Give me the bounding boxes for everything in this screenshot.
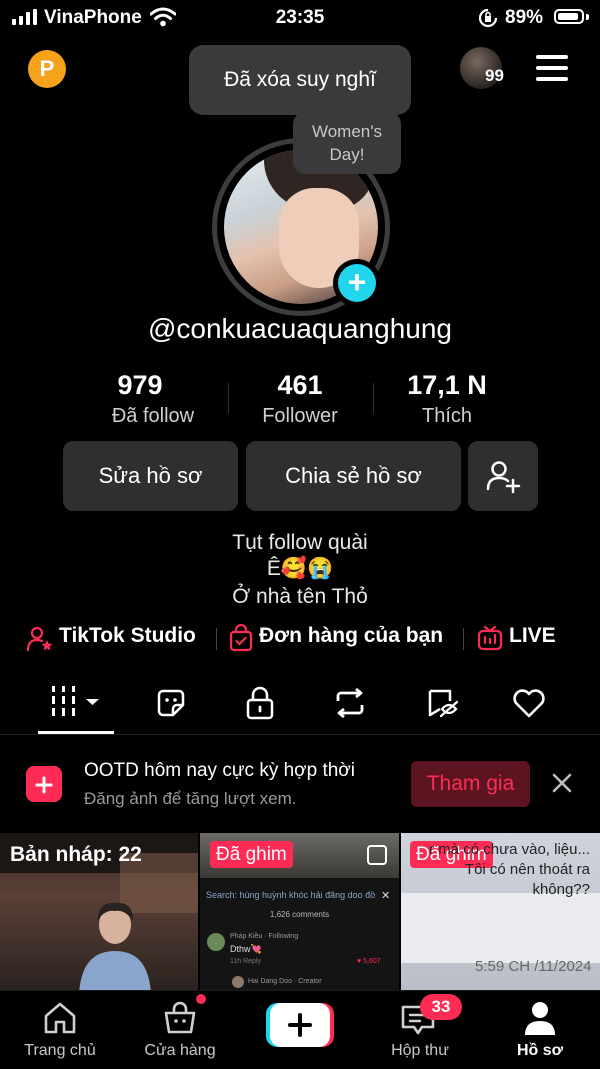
commenter-name: Pháp Kiều · Following bbox=[230, 933, 299, 940]
home-icon[interactable] bbox=[42, 1001, 78, 1035]
add-avatar-plus-icon[interactable]: + bbox=[338, 264, 376, 302]
close-icon: ✕ bbox=[381, 890, 391, 902]
commenter-avatar bbox=[207, 933, 225, 951]
nav-inbox-label[interactable]: Hộp thư bbox=[360, 1042, 480, 1060]
following-label[interactable]: Đã follow bbox=[73, 405, 233, 428]
tile-timestamp: 5:59 CH /11/2024 bbox=[475, 958, 592, 975]
share-profile-button[interactable]: Chia sẻ hồ sơ bbox=[246, 441, 461, 511]
pinned-badge-1: Đã ghim bbox=[210, 841, 293, 868]
add-friend-button[interactable] bbox=[468, 441, 538, 511]
bio-line-3: Ở nhà tên Thỏ bbox=[232, 585, 368, 608]
username: @conkuacuaquanghung bbox=[147, 313, 452, 344]
join-button[interactable]: Tham gia bbox=[411, 761, 530, 807]
comment-likes: ♥ 5,607 bbox=[357, 958, 381, 965]
thought-deleted-tooltip: Đã xóa suy nghĩ bbox=[189, 45, 411, 115]
tile-caption-text: r mà có chưa vào, liệu... Tôi có nên tho… bbox=[429, 841, 590, 898]
shop-notification-dot bbox=[196, 994, 206, 1004]
battery-icon bbox=[554, 9, 584, 24]
battery-percent: 89% bbox=[505, 7, 544, 28]
womens-day-bubble: Women's Day! bbox=[293, 112, 401, 174]
edit-profile-button[interactable]: Sửa hồ sơ bbox=[63, 441, 238, 511]
points-icon[interactable]: P bbox=[28, 50, 66, 88]
tab-private-lock-icon[interactable] bbox=[245, 686, 275, 720]
comment-search-text: Search: hùng huỳnh khóc hải đăng doo đồ bbox=[206, 890, 376, 900]
status-bar: VinaPhone 23:35 89% bbox=[0, 0, 600, 36]
following-count[interactable]: 979 bbox=[60, 370, 220, 401]
follower-count[interactable]: 461 bbox=[220, 370, 380, 401]
comment-count: 1,626 comments bbox=[269, 910, 330, 919]
creator-reply-name: Hai Dang Doo · Creator bbox=[248, 978, 322, 985]
bio-line-1: Tụt follow quài bbox=[232, 531, 368, 554]
create-plus-button[interactable] bbox=[266, 1003, 334, 1047]
draft-count-label: Bản nháp: 22 bbox=[10, 843, 142, 866]
grid-icon bbox=[52, 686, 99, 716]
rotation-lock-icon bbox=[478, 8, 498, 28]
live-icon bbox=[477, 625, 503, 651]
likes-count[interactable]: 17,1 N bbox=[367, 370, 527, 401]
draft-thumbnail-person bbox=[79, 902, 151, 995]
live-link[interactable]: LIVE bbox=[509, 624, 556, 648]
nav-home-label[interactable]: Trang chủ bbox=[0, 1042, 120, 1060]
tiktok-studio-icon bbox=[26, 626, 53, 652]
tab-favorites-hidden-icon[interactable] bbox=[426, 687, 460, 719]
comment-reply: 11h Reply bbox=[230, 958, 262, 965]
add-photo-icon bbox=[26, 766, 62, 802]
avatar-count-badge: 99 bbox=[485, 66, 504, 85]
inbox-count-badge: 33 bbox=[420, 994, 462, 1020]
orders-icon bbox=[229, 624, 253, 652]
comment-text: Dthw💘 bbox=[230, 944, 262, 954]
creator-avatar bbox=[232, 976, 244, 988]
close-icon[interactable] bbox=[549, 770, 575, 796]
add-user-icon bbox=[486, 461, 521, 494]
likes-label[interactable]: Thích bbox=[367, 405, 527, 428]
tab-sticker-icon[interactable] bbox=[155, 687, 187, 719]
shop-icon[interactable] bbox=[162, 1001, 198, 1035]
tab-liked-heart-icon[interactable] bbox=[512, 688, 546, 718]
profile-icon[interactable] bbox=[522, 1000, 558, 1036]
nav-shop-label[interactable]: Cửa hàng bbox=[120, 1042, 240, 1060]
menu-icon[interactable] bbox=[530, 52, 574, 84]
tiktok-studio-link[interactable]: TikTok Studio bbox=[59, 624, 196, 648]
tab-videos[interactable] bbox=[45, 684, 105, 720]
multi-photo-icon bbox=[367, 845, 387, 865]
orders-link[interactable]: Đơn hàng của bạn bbox=[259, 624, 443, 648]
nav-profile-label[interactable]: Hồ sơ bbox=[480, 1042, 600, 1060]
banner-title: OOTD hôm nay cực kỳ hợp thời bbox=[84, 760, 355, 781]
follower-label[interactable]: Follower bbox=[220, 405, 380, 428]
banner-subtitle: Đăng ảnh để tăng lượt xem. bbox=[84, 789, 297, 808]
tab-repost-icon[interactable] bbox=[332, 688, 368, 718]
bio-line-2: Ê🥰😭 bbox=[266, 557, 334, 580]
